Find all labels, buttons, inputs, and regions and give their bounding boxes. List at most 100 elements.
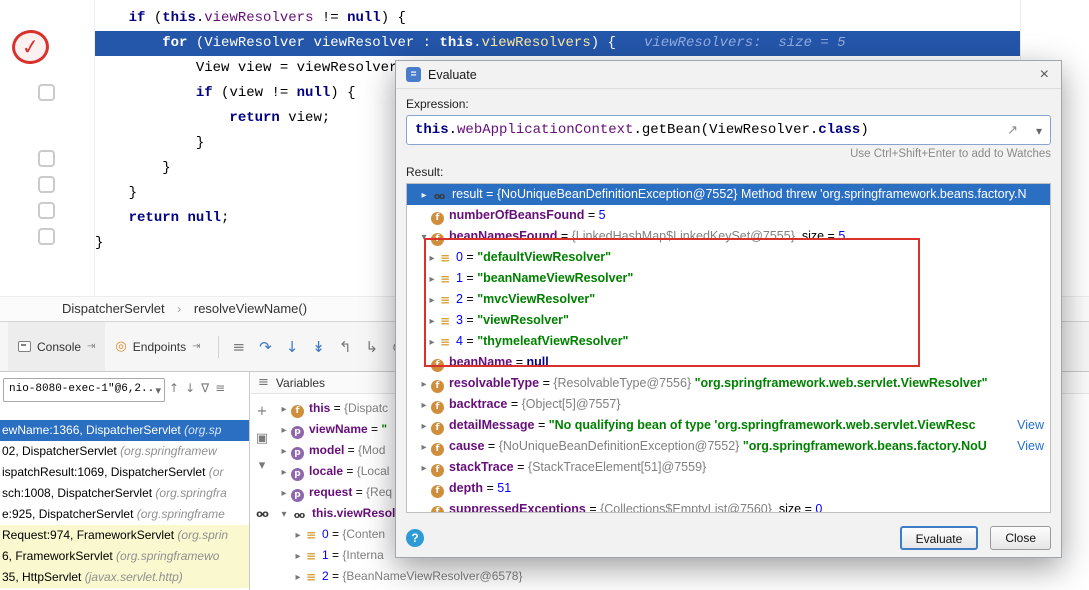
frame-row[interactable]: 6, FrameworkServlet (org.springframewo [0,546,250,567]
text-segment: = [584,208,598,222]
chevron-down-icon[interactable]: ▾ [277,504,291,524]
variable-row[interactable]: ▸≡2 = {BeanNameViewResolver@6578} [273,566,1089,587]
close-button[interactable]: Close [990,526,1051,550]
rerun-icon[interactable]: ↷ [252,338,279,356]
frame-row[interactable]: 35, HttpServlet (javax.servlet.http) [0,567,250,588]
text-segment: for [162,35,187,51]
p-icon: p [291,468,304,481]
code-line-execution-point[interactable]: for (ViewResolver viewResolver : this.vi… [95,31,1020,56]
jump-to-source-icon[interactable]: ⇥ [87,341,95,352]
text-segment: backtrace [449,397,507,411]
view-link[interactable]: View [1017,415,1044,436]
breadcrumb-method[interactable]: resolveViewName() [194,301,307,316]
text-segment: = [463,313,477,327]
result-field-row[interactable]: ▸fbeanName = null [407,352,1050,373]
menu-icon[interactable]: ≡ [258,375,269,390]
collection-item-row[interactable]: ▸≡2 = "mvcViewResolver" [407,289,1050,310]
chevron-right-icon[interactable]: ▸ [291,567,305,587]
frame-up-icon[interactable]: ↑ [166,381,182,395]
chevron-right-icon[interactable]: ▸ [417,374,431,394]
chevron-right-icon[interactable]: ▸ [277,441,291,461]
step-out-icon[interactable]: ↰ [332,338,359,356]
chevron-down-icon[interactable]: ▾ [417,227,431,247]
result-field-row[interactable]: ▸fnumberOfBeansFound = 5 [407,205,1050,226]
view-link[interactable]: View [1017,436,1044,457]
tab-endpoints[interactable]: ◎ Endpoints ⇥ [105,322,210,371]
console-icon [18,341,31,352]
result-field-row[interactable]: ▸fcause = {NoUniqueBeanDefinitionExcepti… [407,436,1050,457]
result-field-row[interactable]: ▾fbeanNamesFound = {LinkedHashMap$Linked… [407,226,1050,247]
p-icon: p [291,489,304,502]
expression-input[interactable]: this.webApplicationContext.getBean(ViewR… [406,115,1051,145]
text-segment: = [557,229,571,243]
copy-value-icon[interactable]: ▣ [256,425,268,452]
chevron-right-icon[interactable]: ▸ [417,416,431,436]
chevron-right-icon[interactable]: ▸ [291,525,305,545]
evaluate-expression-icon[interactable]: oo [256,503,268,526]
expression-text: this.webApplicationContext.getBean(ViewR… [415,122,869,138]
collection-item-row[interactable]: ▸≡1 = "beanNameViewResolver" [407,268,1050,289]
frame-row[interactable]: ispatchResult:1069, DispatcherServlet (o… [0,462,250,483]
expand-icon[interactable]: ↗ [1007,123,1018,138]
chevron-down-icon[interactable]: ▾ [155,380,161,401]
chevron-right-icon[interactable]: ▸ [277,420,291,440]
frame-down-icon[interactable]: ↓ [182,381,198,395]
chevron-right-icon[interactable]: ▸ [425,290,439,310]
chevron-right-icon[interactable]: ▸ [425,248,439,268]
text-segment: = [329,548,343,562]
chevron-right-icon[interactable]: ▸ [277,399,291,419]
result-field-row[interactable]: ▸fsuppressedExceptions = {Collections$Em… [407,499,1050,513]
frame-row[interactable]: 02, DispatcherServlet (org.springframew [0,441,250,462]
run-to-cursor-icon[interactable]: ↳ [358,338,385,356]
result-field-row[interactable]: ▸fdetailMessage = "No qualifying bean of… [407,415,1050,436]
settings-menu-icon[interactable]: ≡ [226,338,253,356]
dialog-titlebar[interactable]: = Evaluate × [396,61,1061,89]
frame-row[interactable]: sch:1008, DispatcherServlet (org.springf… [0,483,250,504]
chevron-right-icon[interactable]: ▸ [291,546,305,566]
step-into-icon[interactable]: ↓ [279,338,306,356]
chevron-right-icon[interactable]: ▸ [277,462,291,482]
text-segment: = [534,418,548,432]
tab-console[interactable]: Console ⇥ [8,322,105,371]
chevron-right-icon[interactable]: ▸ [425,311,439,331]
result-field-row[interactable]: ▸fresolvableType = {ResolvableType@7556}… [407,373,1050,394]
result-field-row[interactable]: ▸fbacktrace = {Object[5]@7557} [407,394,1050,415]
frame-row[interactable]: ewName:1366, DispatcherServlet (org.sp [0,420,250,441]
frames-menu-icon[interactable]: ≡ [212,381,228,395]
collection-item-row[interactable]: ▸≡0 = "defaultViewResolver" [407,247,1050,268]
chevron-right-icon[interactable]: ▸ [417,185,431,205]
force-step-into-icon[interactable]: ↡ [305,338,332,356]
frame-row[interactable]: Request:974, FrameworkServlet (org.sprin [0,525,250,546]
result-label: Result: [406,165,1051,179]
result-row[interactable]: ▸ooresult = {NoUniqueBeanDefinitionExcep… [407,184,1050,205]
chevron-right-icon[interactable]: ▸ [417,437,431,457]
chevron-right-icon[interactable]: ▸ [425,269,439,289]
text-segment: (ViewResolver viewResolver : [187,35,439,51]
evaluate-button[interactable]: Evaluate [900,526,979,550]
chevron-right-icon[interactable]: ▸ [417,395,431,415]
text-segment: {Conten [342,527,385,541]
collection-item-row[interactable]: ▸≡3 = "viewResolver" [407,310,1050,331]
chevron-right-icon[interactable]: ▸ [277,483,291,503]
collection-item-row[interactable]: ▸≡4 = "thymeleafViewResolver" [407,331,1050,352]
collapse-all-icon[interactable]: ▾ [259,452,266,479]
close-icon[interactable]: × [1038,67,1051,83]
jump-to-source-icon[interactable]: ⇥ [192,341,200,352]
help-icon[interactable]: ? [406,529,424,547]
text-segment: suppressedExceptions [449,502,586,513]
result-field-row[interactable]: ▸fstackTrace = {StackTraceElement[51]@75… [407,457,1050,478]
chevron-down-icon[interactable]: ▾ [1036,124,1042,138]
thread-selector[interactable]: nio-8080-exec-1"@6,2... ▾ [3,378,165,402]
code-line[interactable]: if (this.viewResolvers != null) { [95,6,1089,31]
text-segment: 2 [456,292,463,306]
add-watch-icon[interactable]: + [257,398,268,425]
breadcrumb-class[interactable]: DispatcherServlet [62,301,165,316]
frame-row[interactable]: e:925, DispatcherServlet (org.springfram… [0,504,250,525]
result-field-row[interactable]: ▸fdepth = 51 [407,478,1050,499]
text-segment: = [484,439,498,453]
f-icon: f [431,233,444,246]
chevron-right-icon[interactable]: ▸ [425,332,439,352]
filter-icon[interactable]: ∇ [198,381,212,395]
text-segment: = [463,334,477,348]
chevron-right-icon[interactable]: ▸ [417,458,431,478]
